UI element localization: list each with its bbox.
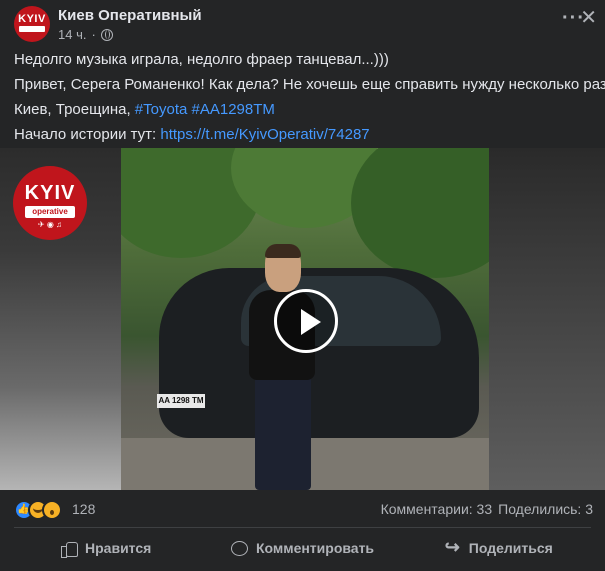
engagement-counts: Комментарии: 33 Поделились: 3 — [381, 501, 593, 517]
avatar-logo-bar — [19, 26, 45, 32]
page-avatar[interactable]: KYIV — [14, 6, 50, 42]
action-bar: Нравится Комментировать Поделиться — [8, 531, 597, 565]
post-stats: 128 Комментарии: 33 Поделились: 3 — [14, 498, 593, 522]
like-button[interactable]: Нравится — [8, 531, 204, 565]
post-timestamp[interactable]: 14 ч. — [58, 27, 86, 42]
wow-reaction-icon — [42, 500, 62, 520]
post-meta: 14 ч. · — [58, 27, 113, 42]
post-text: Недолго музыка играла, недолго фраер тан… — [14, 48, 605, 148]
shares-count[interactable]: Поделились: 3 — [498, 501, 593, 517]
watermark-social-icons: ✈ ◉ ♫ — [37, 220, 63, 229]
watermark-logo: KYIV operative ✈ ◉ ♫ — [13, 166, 87, 240]
watermark-subtitle: operative — [25, 206, 75, 218]
share-label: Поделиться — [468, 540, 553, 556]
reaction-count[interactable]: 128 — [72, 501, 95, 517]
comment-icon — [230, 540, 248, 556]
close-icon[interactable]: ✕ — [580, 8, 597, 28]
globe-icon — [100, 28, 113, 41]
tree-foliage — [351, 148, 489, 278]
wow-mouth — [50, 510, 54, 515]
share-button[interactable]: Поделиться — [401, 531, 597, 565]
share-icon — [445, 537, 461, 558]
hashtag-toyota[interactable]: #Toyota — [135, 101, 188, 118]
comment-label: Комментировать — [255, 540, 375, 556]
story-start-label: Начало истории тут: — [14, 126, 161, 143]
post-header: KYIV Киев Оперативный 14 ч. · ··· ✕ — [14, 6, 597, 42]
thumb-up-icon — [61, 540, 79, 558]
meta-separator: · — [91, 27, 96, 42]
post-text-line: Киев, Троещина, #Toyota #AA1298TM — [14, 98, 591, 123]
page-name-link[interactable]: Киев Оперативный — [58, 7, 202, 24]
hashtag-plate[interactable]: #AA1298TM — [192, 101, 275, 118]
post-text-line: Начало истории тут: https://t.me/KyivOpe… — [14, 123, 591, 148]
play-button[interactable] — [274, 289, 338, 353]
location-text: Киев, Троещина, — [14, 101, 135, 118]
post-text-line: Привет, Серега Романенко! Как дела? Не х… — [14, 76, 605, 93]
actions-divider — [14, 527, 591, 528]
comment-button[interactable]: Комментировать — [204, 531, 400, 565]
video-blur-right — [489, 148, 605, 490]
play-icon — [301, 309, 321, 335]
telegram-link[interactable]: https://t.me/KyivOperativ/74287 — [160, 126, 369, 143]
comments-count[interactable]: Комментарии: 33 — [381, 501, 493, 517]
post-text-line: Недолго музыка играла, недолго фраер тан… — [14, 51, 389, 68]
person-hair — [265, 244, 301, 258]
person-legs — [255, 376, 311, 490]
license-plate: AA 1298 TM — [157, 394, 205, 408]
watermark-title: KYIV — [24, 182, 76, 204]
like-label: Нравится — [85, 540, 152, 556]
avatar-logo-text: KYIV — [18, 13, 46, 25]
